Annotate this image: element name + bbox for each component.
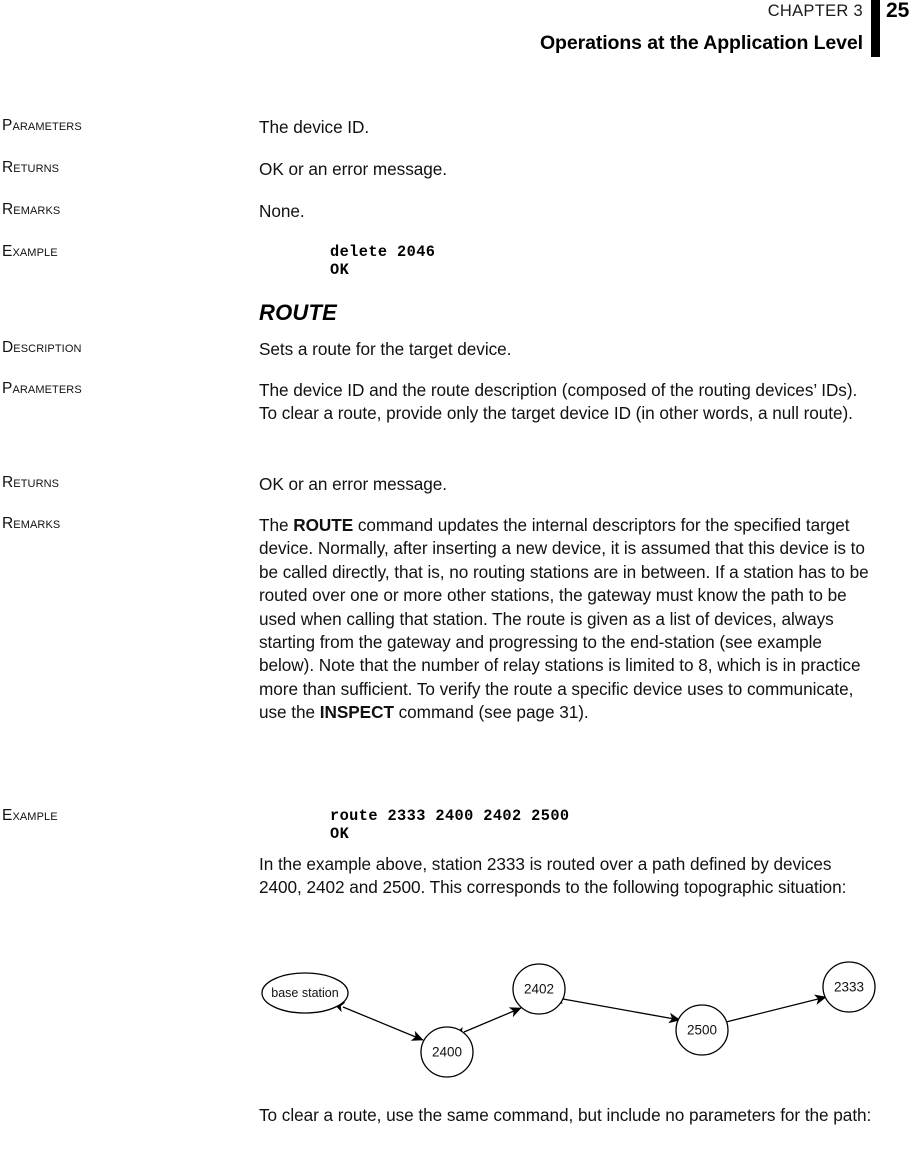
node-2500: 2500 bbox=[675, 1004, 729, 1056]
page-number: 25 bbox=[886, 0, 910, 22]
route-example-explanation-text: In the example above, station 2333 is ro… bbox=[259, 854, 847, 898]
route-remarks-text: The ROUTE command updates the internal d… bbox=[259, 514, 878, 725]
node-label-2500: 2500 bbox=[687, 1023, 717, 1038]
route-example-code: route 2333 2400 2402 2500 OK bbox=[330, 807, 570, 843]
delete-remarks-text: None. bbox=[259, 201, 305, 221]
delete-returns-text: OK or an error message. bbox=[259, 159, 447, 179]
remarks-suffix: command (see page 31). bbox=[393, 702, 589, 723]
remarks-prefix: The bbox=[259, 515, 294, 535]
topology-svg: base station 2400 2402 2500 2333 bbox=[261, 961, 876, 1078]
topology-nodes: base station 2400 2402 2500 2333 bbox=[261, 961, 876, 1078]
delete-example-code: delete 2046 OK bbox=[330, 243, 436, 279]
remarks-middle: command updates the internal descriptors… bbox=[259, 515, 869, 723]
node-base-station: base station bbox=[261, 972, 349, 1014]
label-returns: Returns bbox=[2, 474, 60, 491]
delete-parameters-text: The device ID. bbox=[259, 117, 370, 137]
label-parameters: Parameters bbox=[2, 117, 82, 134]
header-rule-bar bbox=[871, 0, 880, 57]
edge-2402-2500 bbox=[552, 993, 681, 1024]
edge-base-station-2400 bbox=[332, 1002, 424, 1041]
label-example: Example bbox=[2, 243, 58, 260]
label-parameters: Parameters bbox=[2, 380, 82, 397]
node-label-2333: 2333 bbox=[834, 980, 864, 995]
node-label-base-station: base station bbox=[271, 986, 338, 1000]
route-returns-text: OK or an error message. bbox=[259, 474, 447, 494]
inspect-command-reference: INSPECT bbox=[319, 702, 394, 723]
node-label-2402: 2402 bbox=[524, 982, 554, 997]
header-chapter-label: CHAPTER 3 bbox=[767, 2, 863, 20]
label-remarks: Remarks bbox=[2, 201, 61, 218]
route-description-text: Sets a route for the target device. bbox=[259, 339, 512, 359]
node-label-2400: 2400 bbox=[432, 1045, 462, 1060]
page-header: CHAPTER 3 25 Operations at the Applicati… bbox=[0, 0, 910, 60]
edge-2400-2402 bbox=[453, 1007, 522, 1037]
network-topology-diagram: base station 2400 2402 2500 2333 bbox=[259, 960, 879, 1080]
label-remarks: Remarks bbox=[2, 515, 61, 532]
label-returns: Returns bbox=[2, 159, 60, 176]
route-command-reference: ROUTE bbox=[293, 515, 354, 535]
topology-edges bbox=[332, 993, 827, 1041]
node-2333: 2333 bbox=[822, 961, 876, 1013]
route-parameters-text: The device ID and the route description … bbox=[259, 380, 858, 424]
label-description: Description bbox=[2, 339, 82, 356]
route-closing-text: To clear a route, use the same command, … bbox=[259, 1105, 872, 1125]
label-example: Example bbox=[2, 807, 58, 824]
page-title: Operations at the Application Level bbox=[539, 32, 863, 54]
edge-2500-2333 bbox=[715, 994, 827, 1028]
node-2402: 2402 bbox=[512, 963, 566, 1015]
node-2400: 2400 bbox=[420, 1026, 474, 1078]
route-command-heading: ROUTE bbox=[259, 300, 337, 325]
